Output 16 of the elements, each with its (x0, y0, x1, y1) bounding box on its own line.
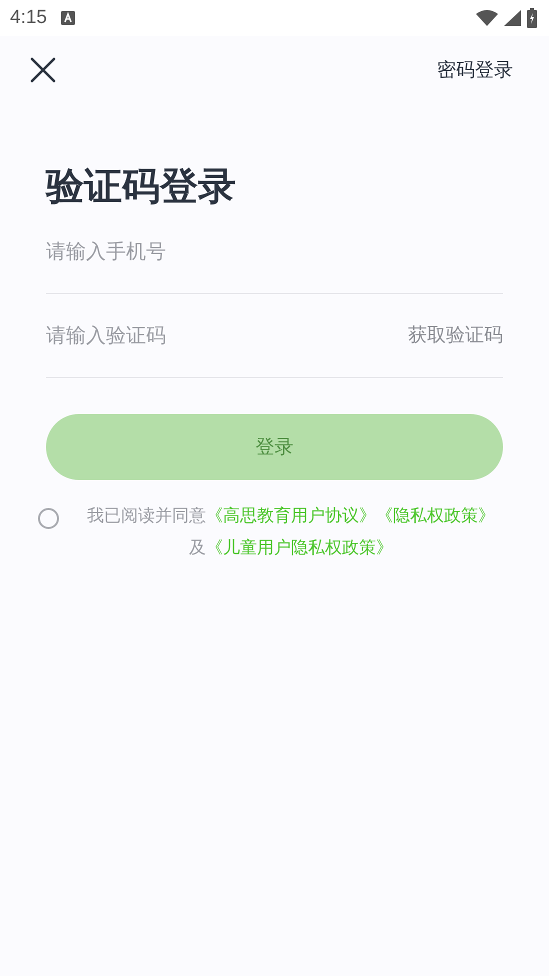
agree-checkbox[interactable] (38, 508, 59, 529)
status-time: 4:15 (10, 7, 47, 29)
signal-icon (504, 10, 521, 26)
agreement-link[interactable]: 《隐私权政策》 (376, 506, 495, 526)
get-code-link[interactable]: 获取验证码 (408, 322, 503, 348)
close-icon[interactable] (30, 57, 56, 83)
wifi-icon (476, 10, 498, 26)
agreement-link[interactable]: 《儿童用户隐私权政策》 (206, 538, 393, 558)
phone-field[interactable]: 请输入手机号 (46, 239, 503, 264)
agreement-link[interactable]: 《高思教育用户协议》 (206, 506, 376, 526)
agreement-text: 我已阅读并同意《高思教育用户协议》《隐私权政策》 及《儿童用户隐私权政策》 (86, 504, 496, 560)
code-field[interactable]: 请输入验证码 (46, 323, 408, 348)
password-login-link[interactable]: 密码登录 (437, 57, 513, 83)
keyboard-icon (60, 11, 75, 25)
page-title: 验证码登录 (46, 164, 237, 210)
battery-icon (527, 8, 537, 28)
